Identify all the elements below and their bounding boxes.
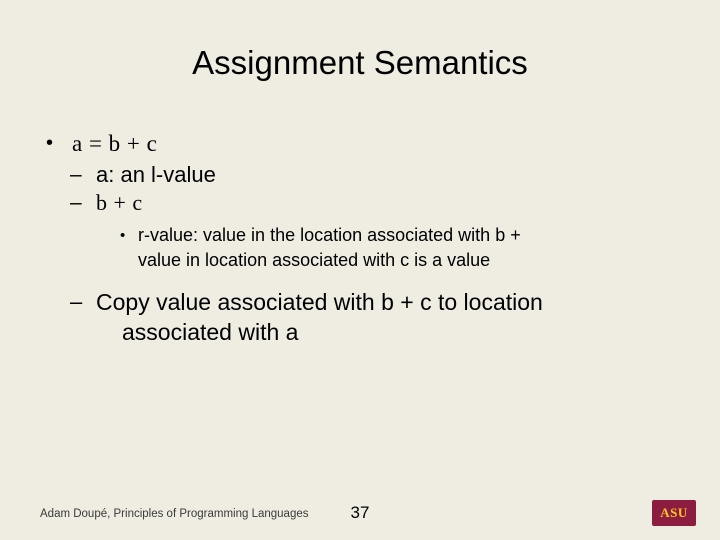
slide: Assignment Semantics • a = b + c – a: an… (0, 0, 720, 540)
bullet-level3-rvalue: • r-value: value in the location associa… (34, 223, 694, 273)
bullet-level1-text: a = b + c (72, 131, 158, 156)
bullet-level2-copy-line1: Copy value associated with b + c to loca… (96, 289, 543, 315)
asu-logo-text: ASU (660, 505, 688, 520)
bullet-level2-bc-text: b + c (96, 190, 143, 215)
bullet-marker-level1: • (46, 132, 54, 154)
bullet-level2-a-text: a: an l-value (96, 162, 216, 187)
page-title: Assignment Semantics (192, 44, 528, 81)
slide-body: • a = b + c – a: an l-value – b + c • r-… (34, 128, 694, 347)
bullet-level2-a: – a: an l-value (34, 161, 694, 189)
bullet-level2-copy-line2: associated with a (122, 319, 299, 345)
bullet-level2-copy: – Copy value associated with b + c to lo… (34, 287, 694, 347)
page-number: 37 (350, 503, 370, 522)
asu-logo: ASU (652, 500, 696, 526)
bullet-level3-line2: value in location associated with c is a… (138, 250, 491, 270)
bullet-level2-bc: – b + c (34, 189, 694, 217)
bullet-level1-assignment: • a = b + c (34, 128, 694, 159)
bullet-marker-level2-a: – (70, 163, 82, 186)
bullet-marker-level3: • (120, 227, 126, 244)
bullet-level3-line1: r-value: value in the location associate… (138, 225, 521, 245)
bullet-marker-level2-bc: – (70, 191, 82, 214)
bullet-marker-level2-copy: – (70, 289, 83, 314)
